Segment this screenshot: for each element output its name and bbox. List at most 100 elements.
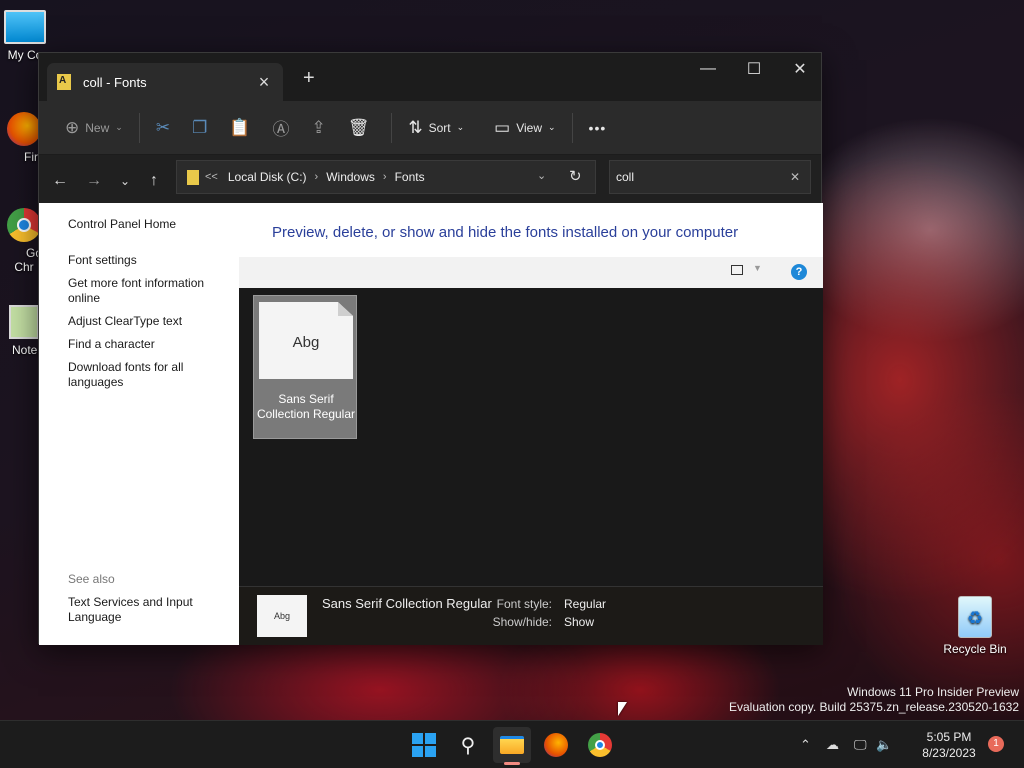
show-hide-value: Show [564, 615, 595, 629]
watermark-line: Windows 11 Pro Insider Preview [847, 685, 1019, 699]
control-panel-sidebar: Control Panel Home Font settings Get mor… [39, 203, 239, 645]
tab-fonts[interactable]: coll - Fonts × [47, 63, 283, 101]
see-more-button[interactable]: ••• [581, 110, 615, 146]
show-hide-label: Show/hide: [492, 615, 552, 629]
back-button[interactable]: ← [45, 155, 75, 207]
up-button[interactable]: ↑ [139, 155, 169, 207]
forward-button[interactable]: → [79, 155, 109, 207]
cleartype-link[interactable]: Adjust ClearType text [68, 314, 228, 329]
windows-logo-icon [412, 733, 436, 757]
notepad-icon [9, 305, 39, 339]
close-tab-icon[interactable]: × [255, 72, 273, 93]
system-tray: ⌃ ☁ 🖵 🔈 [800, 721, 902, 768]
view-options-icon[interactable] [731, 265, 743, 275]
chrome-icon [588, 733, 612, 757]
chevron-down-icon: ⌄ [119, 174, 131, 188]
desktop-icon-label: Recycle Bin [943, 642, 1007, 656]
view-icon: ▭ [494, 117, 511, 137]
fonts-folder-icon [187, 169, 199, 185]
font-item[interactable]: Abg Sans Serif Collection Regular [253, 295, 357, 439]
clipboard-icon: 📋 [229, 117, 251, 137]
command-bar: ⊕ New ⌄ ✂ ❐ 📋 Ⓐ ⇪ 🗑 ⇅ Sort ⌄ ▭ View ⌄ ••• [39, 101, 821, 155]
address-dropdown-icon[interactable]: ⌄ [537, 169, 546, 182]
cut-button[interactable]: ✂ [148, 110, 184, 146]
onedrive-icon[interactable]: ☁ [826, 737, 854, 753]
taskbar: ⚲ ⌃ ☁ 🖵 🔈 5:05 PM 8/23/2023 1 [0, 720, 1024, 768]
trash-icon: 🗑 [347, 117, 370, 137]
refresh-icon[interactable]: ↻ [569, 167, 582, 185]
text-services-link[interactable]: Text Services and Input Language [68, 595, 228, 625]
breadcrumb-local-disk[interactable]: Local Disk (C:) [228, 170, 307, 184]
clock[interactable]: 5:05 PM 8/23/2023 [918, 729, 980, 761]
copy-button[interactable]: ❐ [184, 110, 221, 146]
title-bar: coll - Fonts × + — ☐ ✕ [39, 53, 821, 101]
rename-icon: Ⓐ [272, 120, 290, 139]
breadcrumb-overflow[interactable]: << [205, 171, 218, 183]
toolbar-divider [138, 112, 140, 143]
font-style-value: Regular [564, 597, 607, 611]
start-button[interactable] [405, 727, 443, 763]
chevron-down-icon: ⌄ [548, 122, 556, 132]
copy-icon: ❐ [192, 117, 208, 137]
find-character-link[interactable]: Find a character [68, 337, 228, 352]
clock-date: 8/23/2023 [922, 746, 976, 760]
fonts-content-pane: Preview, delete, or show and hide the fo… [239, 203, 823, 645]
paste-button[interactable]: 📋 [221, 110, 264, 146]
volume-icon[interactable]: 🔈 [876, 737, 902, 753]
new-tab-button[interactable]: + [303, 67, 315, 90]
close-button[interactable]: ✕ [777, 53, 823, 85]
chevron-right-icon: › [382, 171, 387, 183]
control-panel-home-link[interactable]: Control Panel Home [68, 217, 228, 232]
share-button[interactable]: ⇪ [303, 110, 339, 146]
arrow-right-icon: → [86, 172, 102, 189]
breadcrumb-fonts[interactable]: Fonts [395, 170, 425, 184]
firefox-icon [7, 112, 41, 146]
taskbar-firefox[interactable] [537, 727, 575, 763]
taskbar-chrome[interactable] [581, 727, 619, 763]
search-input[interactable] [616, 170, 780, 184]
taskbar-file-explorer[interactable] [493, 727, 531, 765]
network-icon[interactable]: 🖵 [854, 737, 876, 753]
maximize-button[interactable]: ☐ [731, 53, 777, 85]
fonts-folder-icon [57, 74, 71, 90]
delete-button[interactable]: 🗑 [340, 110, 384, 146]
toolbar-divider [571, 112, 573, 143]
desktop-icon-recycle-bin[interactable]: ♻ Recycle Bin [940, 596, 1010, 656]
content-header: Preview, delete, or show and hide the fo… [239, 203, 823, 288]
recycle-bin-icon: ♻ [958, 596, 992, 638]
share-icon: ⇪ [311, 117, 326, 137]
toolbar-divider [391, 112, 393, 143]
chrome-icon [7, 208, 41, 242]
help-button[interactable]: ? [791, 264, 807, 280]
clock-time: 5:05 PM [926, 730, 972, 744]
breadcrumb-windows[interactable]: Windows [326, 170, 375, 184]
more-font-info-link[interactable]: Get more font information online [68, 276, 228, 306]
tab-title: coll - Fonts [83, 74, 147, 90]
minimize-button[interactable]: — [685, 53, 731, 85]
download-fonts-link[interactable]: Download fonts for all languages [68, 360, 228, 390]
address-bar[interactable]: << Local Disk (C:) › Windows › Fonts ⌄ ↻ [176, 160, 596, 194]
chevron-down-icon: ⌄ [115, 122, 123, 132]
watermark-line: Evaluation copy. Build 25375.zn_release.… [729, 700, 1019, 714]
new-button[interactable]: ⊕ New ⌄ [57, 110, 131, 146]
recent-locations-button[interactable]: ⌄ [110, 155, 140, 207]
rename-button[interactable]: Ⓐ [264, 110, 303, 146]
scissors-icon: ✂ [155, 117, 171, 137]
see-also-heading: See also [68, 572, 115, 586]
font-settings-link[interactable]: Font settings [68, 253, 228, 268]
search-box[interactable]: ✕ [609, 160, 811, 194]
plus-circle-icon: ⊕ [65, 117, 80, 137]
sort-button[interactable]: ⇅ Sort ⌄ [400, 110, 472, 146]
font-sample: Abg [292, 334, 320, 351]
notification-badge[interactable]: 1 [988, 736, 1004, 752]
page-title: Preview, delete, or show and hide the fo… [272, 224, 739, 241]
chevron-down-icon: ⌄ [456, 122, 465, 132]
sort-label: Sort [428, 120, 451, 135]
view-label: View [516, 120, 542, 135]
view-button[interactable]: ▭ View ⌄ [486, 110, 563, 146]
clear-search-icon[interactable]: ✕ [780, 170, 810, 184]
chevron-down-icon[interactable]: ▼ [753, 263, 762, 273]
show-hidden-icons-icon[interactable]: ⌃ [800, 737, 818, 753]
arrow-up-icon: ↑ [150, 172, 158, 189]
search-button[interactable]: ⚲ [449, 727, 487, 763]
